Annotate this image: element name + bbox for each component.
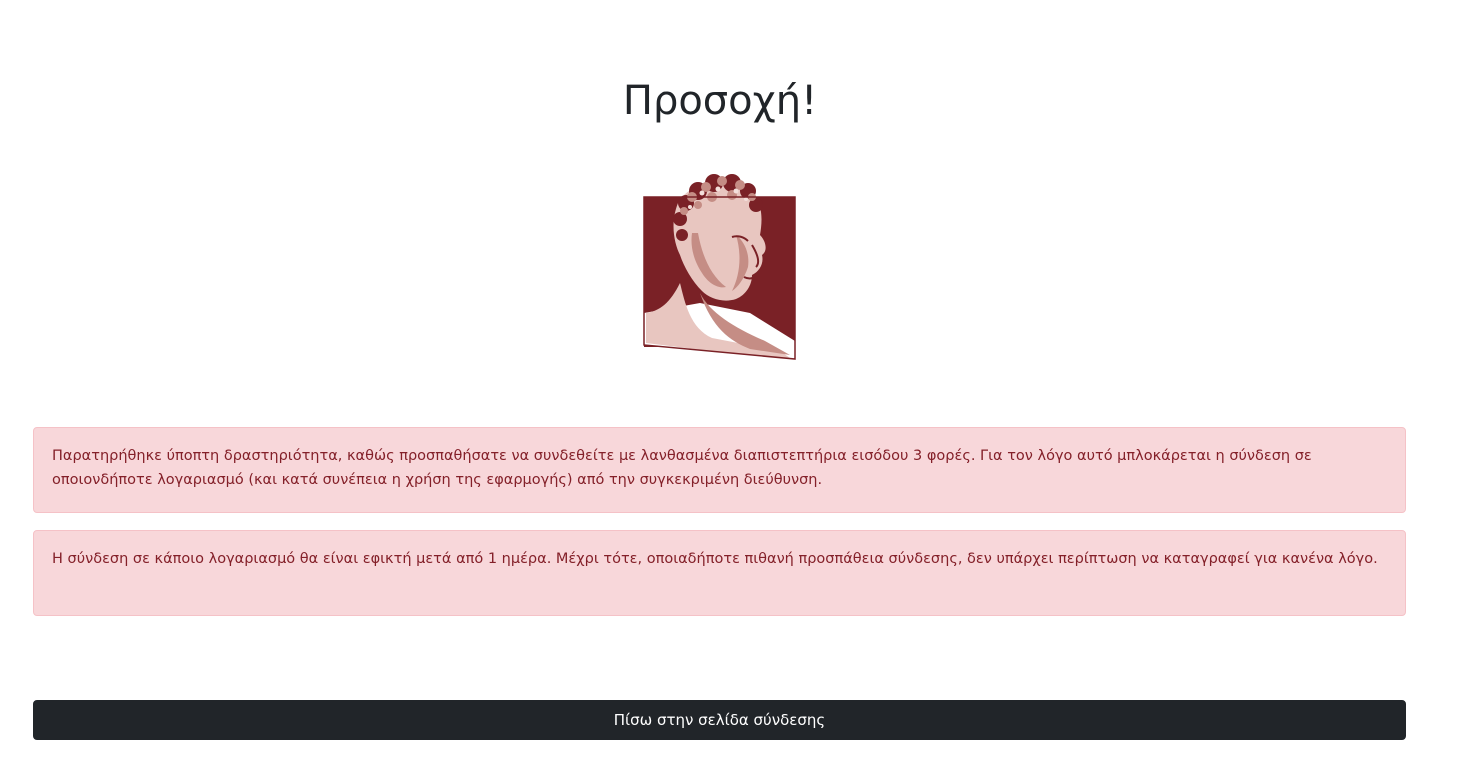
suspicious-activity-alert: Παρατηρήθηκε ύποπτη δραστηριότητα, καθώς…	[33, 427, 1406, 513]
alert-text: Η σύνδεση σε κάποιο λογαριασμό θα είναι …	[52, 551, 1378, 567]
university-logo-icon	[640, 163, 800, 363]
page-title: Προσοχή!	[622, 78, 818, 124]
warning-page: Προσοχή! Παρατηρήθηκε ύποπτη δραστηριότη…	[0, 0, 1468, 775]
login-block-duration-alert: Η σύνδεση σε κάποιο λογαριασμό θα είναι …	[33, 530, 1406, 616]
alert-text: Παρατηρήθηκε ύποπτη δραστηριότητα, καθώς…	[52, 448, 1312, 488]
back-to-login-button[interactable]: Πίσω στην σελίδα σύνδεσης	[33, 700, 1406, 740]
